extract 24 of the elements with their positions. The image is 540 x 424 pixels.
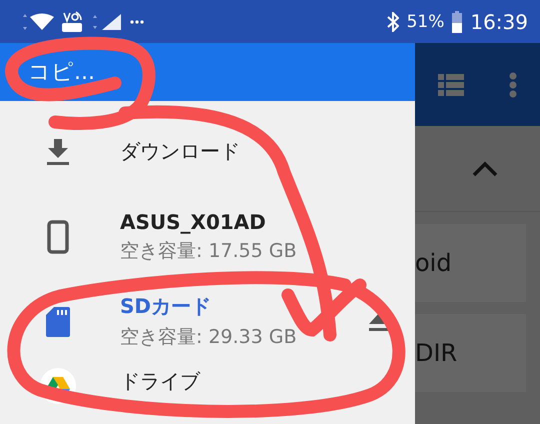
free-space-text: 空き容量: 17.55 GB (120, 238, 298, 264)
item-label: ASUS_X01AD (120, 210, 267, 234)
more-options-icon[interactable] (509, 72, 518, 98)
collapse-chevron-icon[interactable] (472, 160, 498, 176)
drawer-item[interactable]: ドライブ (0, 364, 415, 424)
drawer-item[interactable]: ダウンロード (0, 109, 415, 194)
volte-icon (62, 10, 84, 32)
battery-percentage: 51% (406, 12, 444, 32)
item-label: ダウンロード (120, 138, 241, 165)
more-notifications-icon (130, 20, 144, 24)
drive-icon (40, 368, 76, 404)
clock: 16:39 (470, 10, 528, 34)
battery-icon (452, 10, 462, 32)
item-label: ドライブ (120, 368, 202, 395)
drawer-item[interactable]: ASUS_X01AD 空き容量: 17.55 GB (0, 194, 415, 279)
item-label: SDカード (120, 293, 212, 320)
drawer-title: コピ... (28, 59, 95, 87)
signal-icon (92, 12, 122, 30)
drawer-item[interactable]: SDカード 空き容量: 29.33 GB (0, 279, 415, 364)
eject-icon[interactable] (369, 312, 391, 332)
list-view-icon[interactable] (438, 74, 464, 96)
free-space-text: 空き容量: 29.33 GB (120, 325, 298, 350)
bluetooth-icon (386, 12, 399, 32)
wifi-icon (20, 12, 54, 30)
